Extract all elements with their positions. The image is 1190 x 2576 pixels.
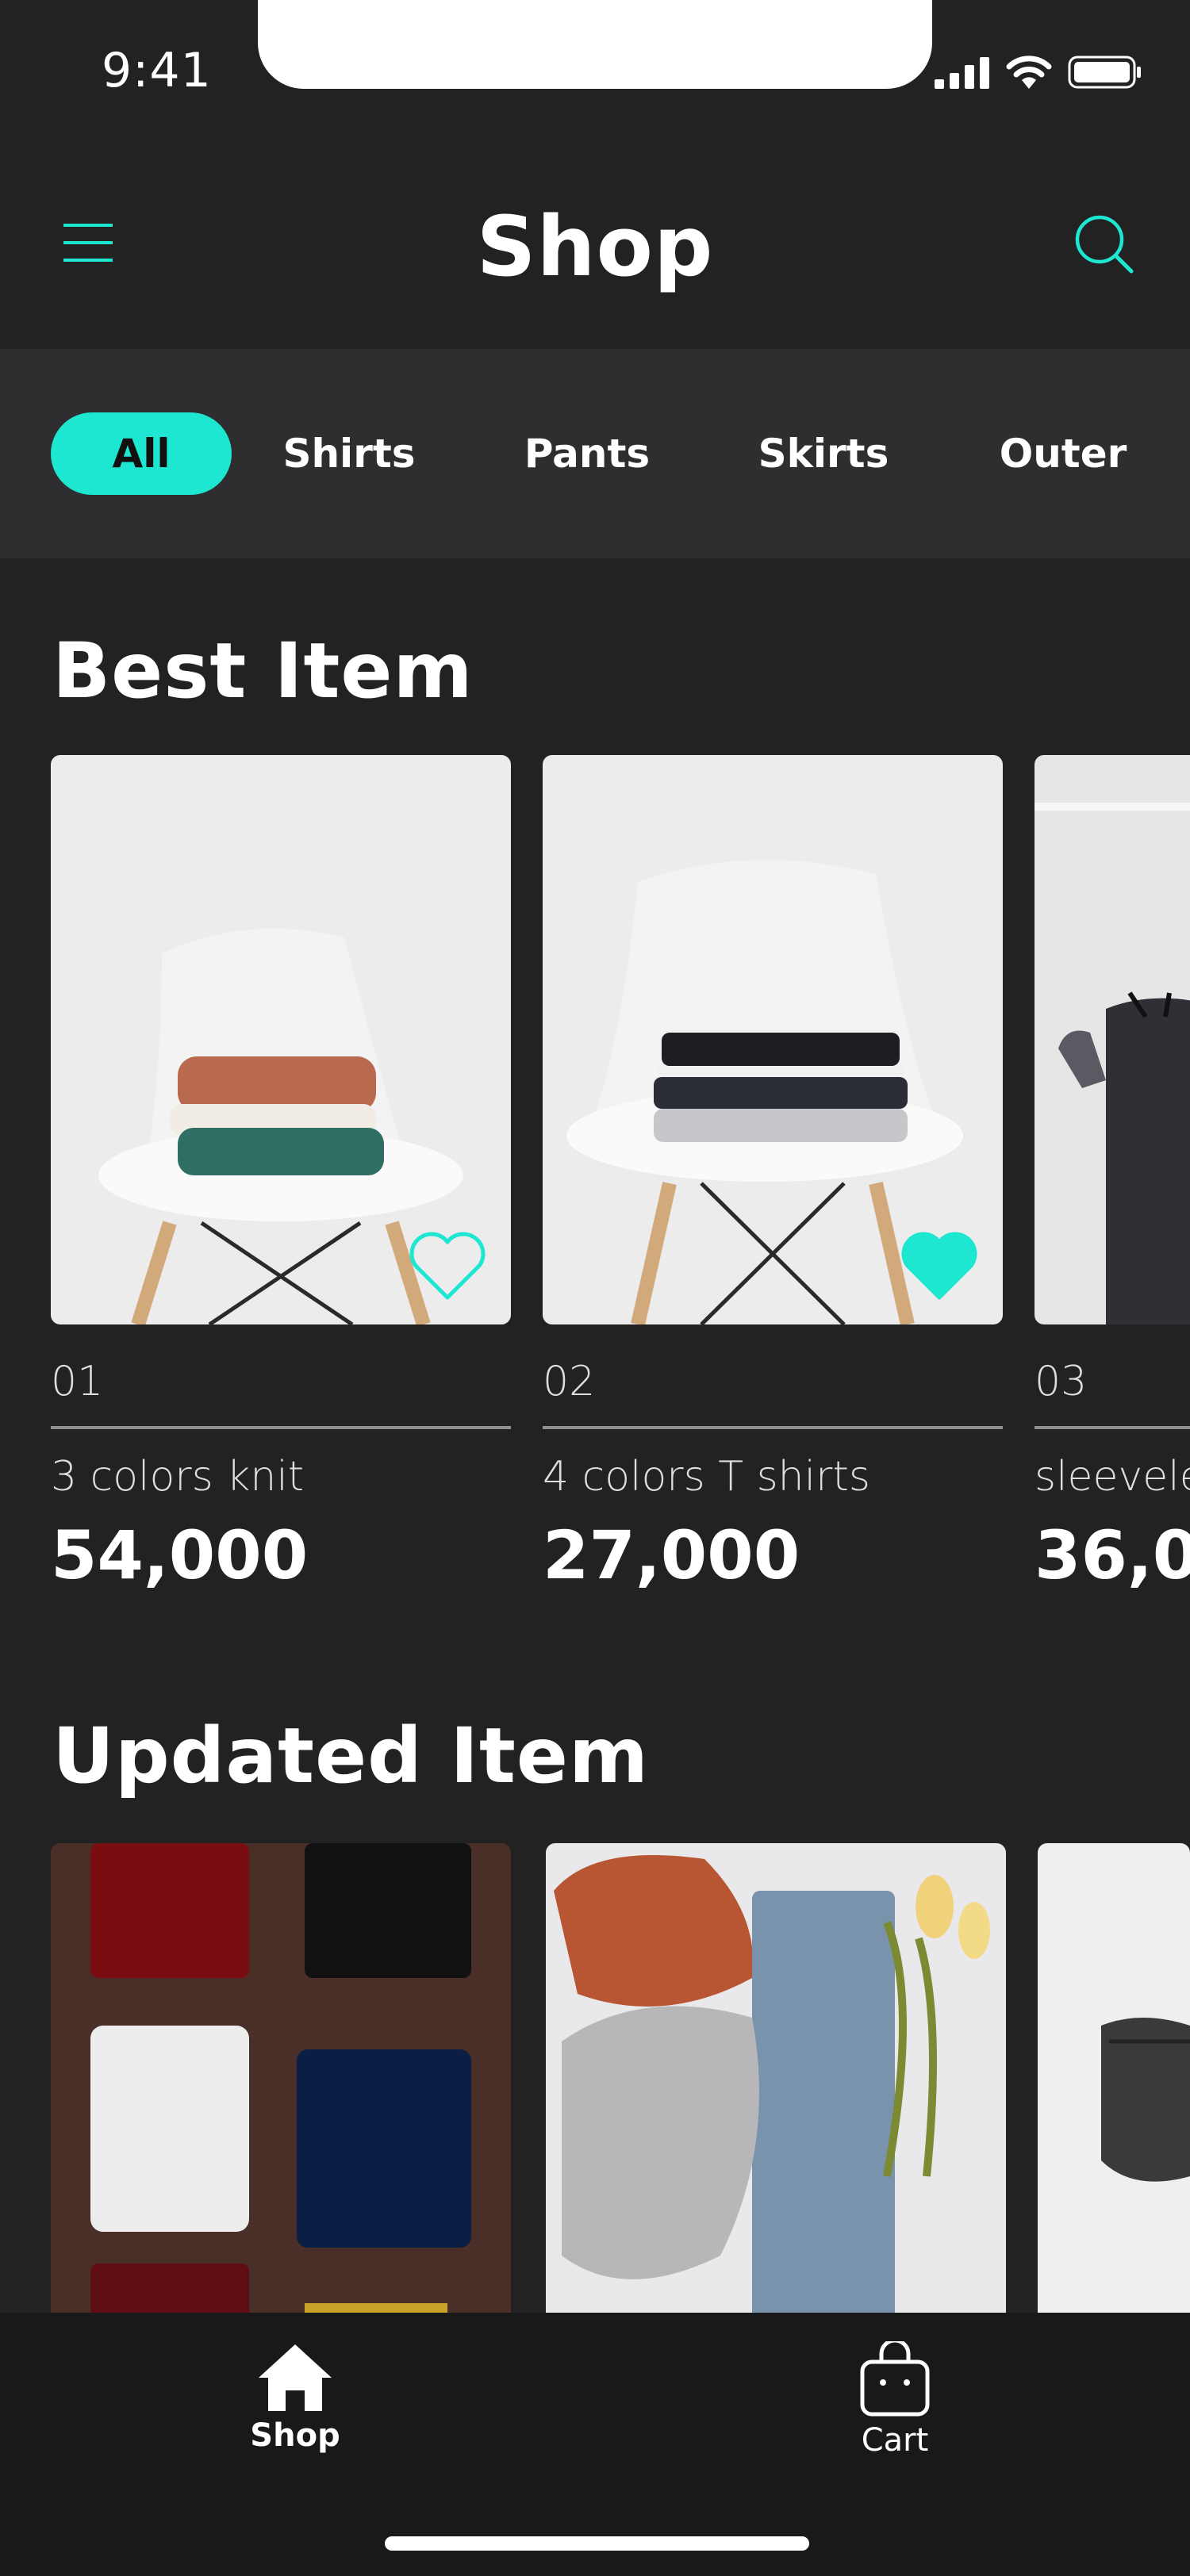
nav-shop-label: Shop [250,2417,340,2454]
product-name: 4 colors T shirts [543,1453,870,1501]
divider [543,1426,1003,1429]
nav-cart-label: Cart [861,2422,929,2459]
divider [1035,1426,1190,1429]
search-icon [1075,215,1134,274]
product-name: 3 colors knit [51,1453,305,1501]
page-title: Shop [476,198,714,295]
nav-shop[interactable]: Shop [200,2341,390,2454]
tab-outer[interactable]: Outer [984,412,1142,495]
product-name: sleeveless [1035,1453,1190,1501]
product-number: 01 [51,1358,104,1405]
product-price: 54,000 [51,1516,309,1594]
tab-skirts[interactable]: Skirts [744,412,903,495]
best-item-title: Best Item [52,627,474,715]
tab-pants[interactable]: Pants [508,412,666,495]
home-icon [259,2344,332,2411]
product-card-clip: 03 sleeveless 36,000 [1035,755,1190,1627]
tab-all[interactable]: All [51,412,232,495]
nav-cart[interactable]: Cart [800,2341,990,2459]
product-number: 03 [1035,1358,1088,1405]
heart-filled-icon[interactable] [900,1231,979,1302]
product-price: 36,000 [1035,1516,1190,1594]
app-header: Shop [0,119,1190,349]
updated-product-image[interactable] [1038,1843,1190,2335]
battery-icon [1068,56,1141,89]
product-image [1035,755,1190,1324]
tab-shirts[interactable]: Shirts [270,412,428,495]
cellular-signal-icon [935,57,989,89]
product-image [543,755,1003,1324]
search-button[interactable] [1073,213,1134,274]
status-icons [935,56,1142,89]
heart-icon[interactable] [408,1231,487,1302]
updated-item-title: Updated Item [52,1712,650,1800]
product-price: 27,000 [543,1516,800,1594]
product-image [51,755,511,1324]
status-bar: 9:41 [0,0,1190,119]
wifi-icon [1006,56,1052,89]
updated-product-image[interactable] [51,1843,511,2335]
status-time: 9:41 [102,43,212,98]
shopping-bag-icon [860,2341,930,2417]
divider [51,1426,511,1429]
notch [258,0,932,89]
bottom-navigation: Shop Cart [0,2313,1190,2576]
category-tabs: All Shirts Pants Skirts Outer [0,349,1190,558]
home-indicator[interactable] [385,2536,809,2551]
updated-product-image[interactable] [546,1843,1006,2335]
product-number: 02 [543,1358,596,1405]
